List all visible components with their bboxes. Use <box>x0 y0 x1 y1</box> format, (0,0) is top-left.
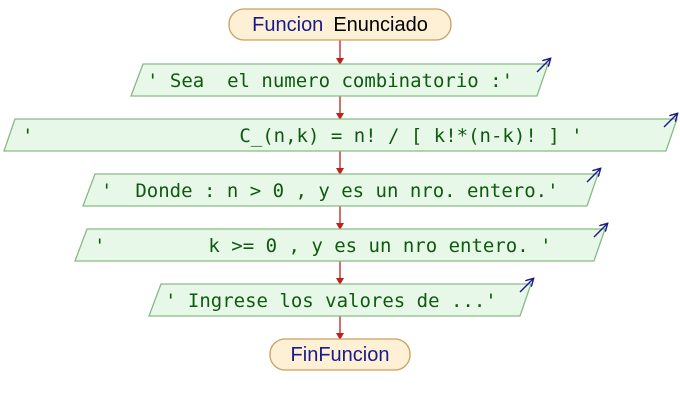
start-terminal-label: Funcion Enunciado <box>252 14 428 36</box>
output-step-2[interactable]: ' C_(n,k) = n! / [ k!*(n-k)! ] ' <box>3 114 677 152</box>
output-step-4-text: ' k >= 0 , y es un nro entero. ' <box>94 235 552 257</box>
output-step-5-text: ' Ingrese los valores de ...' <box>165 290 497 312</box>
function-name: Enunciado <box>333 14 428 36</box>
output-step-4[interactable]: ' k >= 0 , y es un nro entero. ' <box>74 224 607 262</box>
output-step-2-text: ' C_(n,k) = n! / [ k!*(n-k)! ] ' <box>22 125 583 147</box>
output-step-1-text: ' Sea el numero combinatorio :' <box>147 70 513 92</box>
output-step-1[interactable]: ' Sea el numero combinatorio :' <box>130 59 550 97</box>
output-step-3-text: ' Donde : n > 0 , y es un nro. entero.' <box>101 180 559 202</box>
output-step-5[interactable]: ' Ingrese los valores de ...' <box>148 279 533 317</box>
output-step-3[interactable]: ' Donde : n > 0 , y es un nro. entero.' <box>82 169 600 207</box>
flowchart-canvas: Funcion Enunciado ' Sea el numero combina… <box>3 8 680 371</box>
function-keyword: Funcion <box>252 14 323 36</box>
end-terminal-label: FinFuncion <box>291 344 390 366</box>
start-terminal[interactable]: Funcion Enunciado <box>228 8 452 41</box>
end-terminal[interactable]: FinFuncion <box>269 338 411 371</box>
